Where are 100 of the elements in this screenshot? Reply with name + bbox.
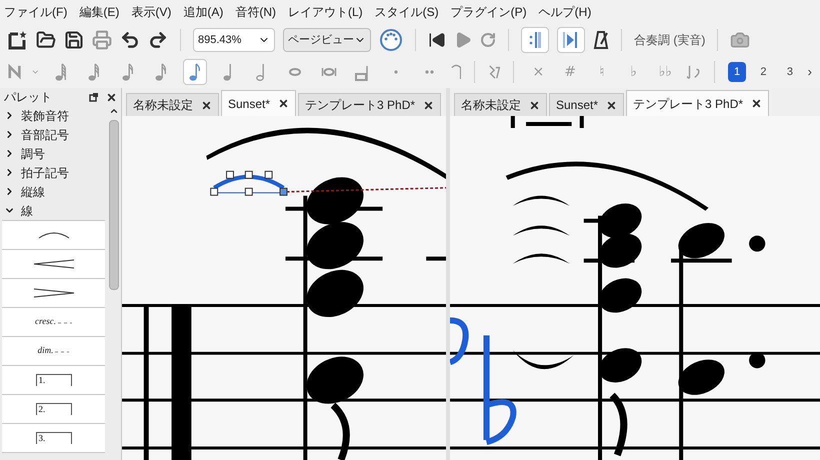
undo-icon[interactable] (120, 30, 140, 50)
new-file-icon[interactable] (8, 30, 28, 50)
notehead (678, 223, 724, 258)
whole-note-icon (289, 68, 302, 76)
tie-icon[interactable] (450, 63, 462, 81)
close-icon[interactable] (529, 100, 540, 110)
save-icon[interactable] (64, 30, 84, 50)
close-icon[interactable] (423, 100, 434, 110)
concert-pitch-toggle[interactable]: 合奏調 (実音) (634, 31, 706, 49)
line-text: dim. (38, 344, 54, 358)
menu-item[interactable]: ファイル(F) (4, 3, 68, 21)
duration-button[interactable] (182, 59, 208, 85)
redo-icon[interactable] (148, 30, 168, 50)
rest-icon[interactable] (488, 63, 500, 81)
volta-number: 2. (38, 404, 46, 415)
note-icon (155, 62, 168, 82)
slur-icon (38, 231, 70, 239)
loop-in-button[interactable] (521, 27, 549, 53)
note-flag (610, 392, 628, 456)
menu-item[interactable]: プラグイン(P) (450, 3, 527, 21)
close-icon[interactable] (751, 98, 762, 109)
crescendo-hairpin-icon (34, 259, 74, 269)
metronome-icon[interactable] (593, 30, 609, 50)
note-icon (54, 62, 67, 82)
note-flag (330, 402, 350, 460)
tab-label: Sunset* (228, 96, 270, 112)
section-label: 線 (21, 202, 33, 220)
more-button[interactable]: › (808, 62, 812, 82)
menu-item[interactable]: 編集(E) (79, 3, 120, 21)
palette-cell[interactable]: 3. (2, 424, 105, 453)
menu-item[interactable]: ヘルプ(H) (538, 3, 592, 21)
menu-item[interactable]: スタイル(S) (374, 3, 439, 21)
document-tab[interactable]: 名称未設定 (454, 93, 547, 116)
menu-item[interactable]: 表示(V) (131, 3, 172, 21)
palette-cell[interactable]: dim. (2, 337, 105, 366)
menu-item[interactable]: レイアウト(L) (288, 3, 363, 21)
note-icon (188, 62, 201, 82)
scroll-up-icon[interactable] (109, 106, 119, 116)
camera-icon[interactable] (730, 30, 750, 50)
double-dot-icon (424, 70, 434, 74)
section-label: 装飾音符 (21, 108, 69, 124)
line-text: cresc. (35, 315, 56, 328)
section-label: 音部記号 (21, 126, 69, 144)
note-icon (122, 62, 134, 82)
loop-icon[interactable] (480, 32, 496, 48)
document-tab[interactable]: テンプレート3 PhD* (298, 93, 442, 116)
view-mode-dropdown[interactable]: ページビュー (283, 28, 371, 52)
midi-connector-icon[interactable] (379, 28, 403, 52)
close-icon[interactable] (606, 100, 618, 110)
document-tab[interactable]: テンプレート3 PhD* (626, 90, 770, 116)
close-icon[interactable] (278, 98, 290, 109)
dashed-line-icon (58, 320, 72, 324)
tab-label: 名称未設定 (133, 97, 193, 114)
tab-label: テンプレート3 PhD* (305, 97, 416, 114)
palette-section[interactable]: 拍子記号 (0, 163, 107, 182)
dot (749, 236, 766, 252)
undock-icon[interactable] (89, 92, 98, 102)
palette-section[interactable]: 線 (0, 201, 107, 220)
panel-title: パレット (4, 89, 52, 106)
play-icon[interactable] (454, 31, 472, 49)
notehead (678, 360, 724, 395)
voice-button[interactable]: 3 (781, 62, 799, 82)
loop-out-button[interactable] (557, 27, 585, 53)
palette-cell[interactable]: 2. (2, 395, 105, 424)
printer-icon[interactable] (92, 30, 112, 50)
rewind-icon[interactable] (428, 31, 446, 49)
menu-item[interactable]: 追加(A) (183, 3, 224, 21)
palette-cell[interactable] (2, 250, 105, 279)
voice-button[interactable]: 2 (754, 62, 772, 82)
palette-section[interactable]: 音部記号 (0, 125, 107, 144)
dot-icon (394, 70, 398, 74)
close-icon[interactable] (201, 100, 212, 110)
dot (749, 352, 766, 368)
palette-cell[interactable]: cresc. (2, 308, 105, 337)
note-input-icon[interactable] (8, 64, 22, 80)
note-icon (88, 62, 100, 82)
breve-icon (320, 67, 337, 77)
document-tab[interactable]: Sunset* (549, 93, 624, 116)
document-tab[interactable]: Sunset* (221, 90, 296, 116)
palette-cell[interactable]: 1. (2, 366, 105, 395)
section-label: 調号 (21, 146, 45, 162)
palette-cell[interactable] (2, 279, 105, 308)
palette-section[interactable]: 装飾音符 (0, 106, 107, 125)
tab-label: テンプレート3 PhD* (633, 96, 744, 112)
loop-in-icon (528, 31, 542, 49)
palette-section[interactable]: 調号 (0, 144, 107, 163)
close-icon[interactable] (106, 92, 117, 102)
palette-cell[interactable] (2, 221, 105, 250)
zoom-dropdown[interactable]: 895.43% (193, 28, 275, 52)
flip-direction-icon[interactable] (686, 63, 702, 81)
menu-item[interactable]: 音符(N) (235, 3, 276, 21)
diminuendo-hairpin-icon (34, 288, 74, 298)
open-folder-icon[interactable] (36, 30, 56, 50)
section-label: 拍子記号 (21, 164, 69, 182)
dashed-line-icon (55, 350, 70, 352)
palette-section[interactable]: 縦線 (0, 182, 107, 201)
document-tab[interactable]: 名称未設定 (126, 93, 219, 116)
scrollbar-thumb[interactable] (109, 120, 119, 290)
volta-number: 1. (38, 375, 46, 386)
voice-button[interactable]: 1 (728, 62, 746, 82)
